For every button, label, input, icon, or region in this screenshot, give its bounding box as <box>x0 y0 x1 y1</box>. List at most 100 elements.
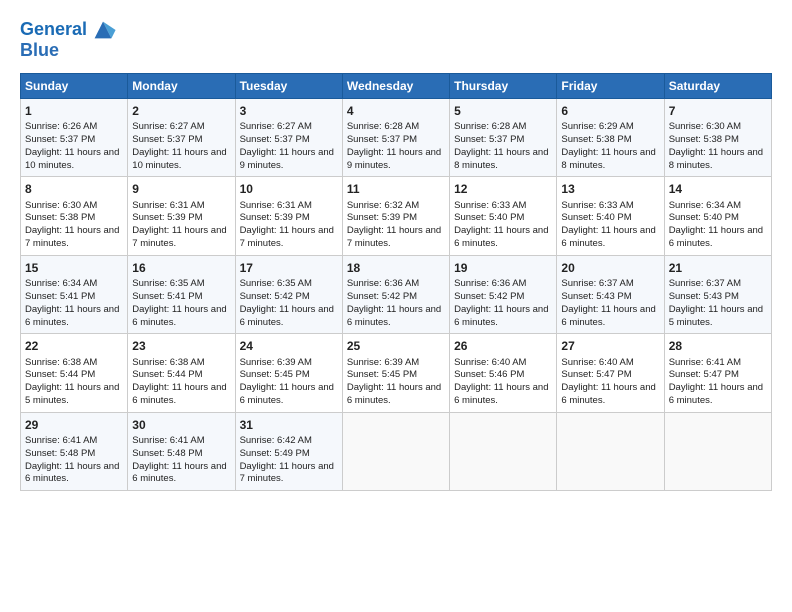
sunrise-label: Sunrise: 6:36 AM <box>347 278 419 289</box>
sunrise-label: Sunrise: 6:38 AM <box>132 357 204 368</box>
col-header-thursday: Thursday <box>450 74 557 99</box>
calendar-cell: 11Sunrise: 6:32 AMSunset: 5:39 PMDayligh… <box>342 177 449 255</box>
day-number: 15 <box>25 260 123 276</box>
sunset-label: Sunset: 5:48 PM <box>132 448 202 459</box>
day-number: 3 <box>240 103 338 119</box>
sunrise-label: Sunrise: 6:26 AM <box>25 121 97 132</box>
calendar-cell: 26Sunrise: 6:40 AMSunset: 5:46 PMDayligh… <box>450 334 557 412</box>
day-number: 7 <box>669 103 767 119</box>
col-header-friday: Friday <box>557 74 664 99</box>
day-number: 16 <box>132 260 230 276</box>
col-header-monday: Monday <box>128 74 235 99</box>
calendar-cell: 27Sunrise: 6:40 AMSunset: 5:47 PMDayligh… <box>557 334 664 412</box>
calendar-cell: 13 Sunrise: 6:33 AMSunset: 5:40 PM Dayligh… <box>557 177 664 255</box>
day-number: 29 <box>25 417 123 433</box>
calendar-cell: 21Sunrise: 6:37 AMSunset: 5:43 PMDayligh… <box>664 255 771 333</box>
sunrise-label: Sunrise: 6:30 AM <box>25 200 97 211</box>
sunset-label: Sunset: 5:37 PM <box>25 134 95 145</box>
calendar-week-3: 15 Sunrise: 6:34 AM Sunset: 5:41 PM Dayligh… <box>21 255 772 333</box>
calendar-cell: 18Sunrise: 6:36 AMSunset: 5:42 PMDayligh… <box>342 255 449 333</box>
daylight-label: Daylight: 11 hours and 6 minutes. <box>561 304 655 328</box>
daylight-label: Daylight: 11 hours and 6 minutes. <box>347 382 441 406</box>
daylight-label: Daylight: 11 hours and 6 minutes. <box>561 225 655 249</box>
daylight-label: Daylight: 11 hours and 7 minutes. <box>240 461 334 485</box>
calendar-cell <box>450 412 557 490</box>
sunrise-label: Sunrise: 6:27 AM <box>240 121 312 132</box>
logo-icon <box>89 16 117 44</box>
day-number: 11 <box>347 181 445 197</box>
calendar-week-1: 1Sunrise: 6:26 AMSunset: 5:37 PMDaylight… <box>21 99 772 177</box>
sunset-label: Sunset: 5:39 PM <box>347 212 417 223</box>
logo: General Blue <box>20 16 117 61</box>
day-number: 9 <box>132 181 230 197</box>
day-number: 23 <box>132 338 230 354</box>
daylight-label: Daylight: 11 hours and 6 minutes. <box>347 304 441 328</box>
sunset-label: Sunset: 5:38 PM <box>669 134 739 145</box>
calendar-cell: 22Sunrise: 6:38 AMSunset: 5:44 PMDayligh… <box>21 334 128 412</box>
daylight-label: Daylight: 11 hours and 6 minutes. <box>132 382 226 406</box>
day-number: 30 <box>132 417 230 433</box>
header: General Blue <box>20 16 772 61</box>
calendar-cell: 10Sunrise: 6:31 AMSunset: 5:39 PMDayligh… <box>235 177 342 255</box>
sunrise-label: Sunrise: 6:27 AM <box>132 121 204 132</box>
calendar-cell: 5 Sunrise: 6:28 AM Sunset: 5:37 PM Daylight… <box>450 99 557 177</box>
day-number: 19 <box>454 260 552 276</box>
sunrise-label: Sunrise: 6:33 AM <box>561 200 633 211</box>
sunrise-label: Sunrise: 6:28 AM <box>454 121 526 132</box>
sunset-label: Sunset: 5:38 PM <box>25 212 95 223</box>
daylight-label: Daylight: 11 hours and 7 minutes. <box>132 225 226 249</box>
daylight-label: Daylight: 11 hours and 6 minutes. <box>669 225 763 249</box>
sunrise-label: Sunrise: 6:30 AM <box>669 121 741 132</box>
col-header-saturday: Saturday <box>664 74 771 99</box>
sunrise-label: Sunrise: 6:35 AM <box>240 278 312 289</box>
calendar-cell: 24Sunrise: 6:39 AMSunset: 5:45 PMDayligh… <box>235 334 342 412</box>
col-header-wednesday: Wednesday <box>342 74 449 99</box>
calendar-week-5: 29 Sunrise: 6:41 AM Sunset: 5:48 PM Dayligh… <box>21 412 772 490</box>
calendar-cell: 6Sunrise: 6:29 AMSunset: 5:38 PMDaylight… <box>557 99 664 177</box>
sunset-label: Sunset: 5:37 PM <box>347 134 417 145</box>
calendar-cell: 19Sunrise: 6:36 AMSunset: 5:42 PMDayligh… <box>450 255 557 333</box>
calendar-cell <box>557 412 664 490</box>
sunset-label: Sunset: 5:46 PM <box>454 369 524 380</box>
sunrise-label: Sunrise: 6:39 AM <box>347 357 419 368</box>
daylight-label: Daylight: 11 hours and 6 minutes. <box>25 304 119 328</box>
calendar-cell <box>342 412 449 490</box>
day-number: 4 <box>347 103 445 119</box>
daylight-label: Daylight: 11 hours and 6 minutes. <box>240 304 334 328</box>
daylight-label: Daylight: 11 hours and 9 minutes. <box>240 147 334 171</box>
day-number: 13 <box>561 181 659 197</box>
day-number: 2 <box>132 103 230 119</box>
sunrise-label: Sunrise: 6:37 AM <box>669 278 741 289</box>
sunset-label: Sunset: 5:47 PM <box>669 369 739 380</box>
daylight-label: Daylight: 11 hours and 8 minutes. <box>454 147 548 171</box>
daylight-label: Daylight: 11 hours and 6 minutes. <box>132 304 226 328</box>
daylight-label: Daylight: 11 hours and 6 minutes. <box>454 225 548 249</box>
sunrise-label: Sunrise: 6:34 AM <box>669 200 741 211</box>
sunrise-label: Sunrise: 6:42 AM <box>240 435 312 446</box>
daylight-label: Daylight: 11 hours and 6 minutes. <box>25 461 119 485</box>
sunset-label: Sunset: 5:42 PM <box>454 291 524 302</box>
sunrise-label: Sunrise: 6:35 AM <box>132 278 204 289</box>
calendar-cell: 3Sunrise: 6:27 AMSunset: 5:37 PMDaylight… <box>235 99 342 177</box>
sunset-label: Sunset: 5:41 PM <box>25 291 95 302</box>
sunset-label: Sunset: 5:43 PM <box>669 291 739 302</box>
calendar-cell: 29Sunrise: 6:41 AMSunset: 5:48 PMDayligh… <box>21 412 128 490</box>
sunrise-label: Sunrise: 6:41 AM <box>132 435 204 446</box>
sunset-label: Sunset: 5:37 PM <box>454 134 524 145</box>
sunrise-label: Sunrise: 6:37 AM <box>561 278 633 289</box>
calendar-cell: 20Sunrise: 6:37 AMSunset: 5:43 PMDayligh… <box>557 255 664 333</box>
day-number: 26 <box>454 338 552 354</box>
sunrise-label: Sunrise: 6:34 AM <box>25 278 97 289</box>
sunrise-label: Sunrise: 6:36 AM <box>454 278 526 289</box>
calendar-cell: 4Sunrise: 6:28 AMSunset: 5:37 PMDaylight… <box>342 99 449 177</box>
sunset-label: Sunset: 5:42 PM <box>347 291 417 302</box>
day-number: 21 <box>669 260 767 276</box>
day-number: 5 <box>454 103 552 119</box>
day-number: 14 <box>669 181 767 197</box>
daylight-label: Daylight: 11 hours and 7 minutes. <box>347 225 441 249</box>
day-number: 17 <box>240 260 338 276</box>
sunrise-label: Sunrise: 6:31 AM <box>132 200 204 211</box>
logo-text: General <box>20 20 87 40</box>
sunset-label: Sunset: 5:40 PM <box>561 212 631 223</box>
sunrise-label: Sunrise: 6:40 AM <box>454 357 526 368</box>
